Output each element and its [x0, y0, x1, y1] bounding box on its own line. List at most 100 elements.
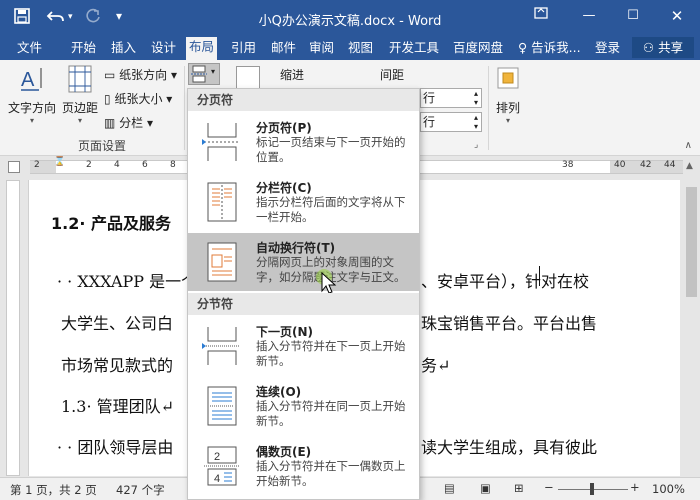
scroll-up-icon[interactable]: ▲: [686, 161, 693, 171]
body-text-line: 读大学生组成，具有彼此: [421, 438, 598, 457]
menu-item-description: 插入分节符并在下一偶数页上开始新节。: [256, 459, 406, 488]
menu-item-title: 偶数页(E): [256, 445, 312, 459]
ruler-tick: 2: [34, 160, 40, 170]
tell-me-box[interactable]: ♀ 告诉我...: [515, 38, 584, 60]
print-layout-icon[interactable]: ▣: [480, 481, 491, 495]
ruler-tick: 42: [640, 160, 652, 170]
zoom-slider-thumb[interactable]: [590, 483, 594, 495]
tab-references[interactable]: 引用: [228, 38, 259, 60]
ruler-tick: 2: [86, 160, 92, 170]
tab-mailings[interactable]: 邮件: [268, 38, 299, 60]
tab-developer[interactable]: 开发工具: [386, 38, 442, 60]
orientation-button[interactable]: ▭ 纸张方向 ▾: [104, 66, 177, 83]
read-mode-icon[interactable]: ▤: [444, 481, 455, 495]
zoom-in-icon[interactable]: +: [630, 480, 640, 494]
indent-label: 缩进: [280, 68, 305, 82]
lightbulb-icon: ♀: [518, 40, 528, 55]
group-divider: [184, 66, 185, 150]
menu-item-title: 自动换行符(T): [256, 241, 336, 255]
columns-button[interactable]: ▥ 分栏 ▾: [104, 114, 153, 131]
zoom-out-icon[interactable]: −: [544, 480, 554, 494]
page-count[interactable]: 第 1 页，共 2 页: [10, 482, 97, 498]
column-break-icon: [202, 181, 242, 223]
person-icon: ⚇: [642, 40, 655, 55]
share-button[interactable]: ⚇ 共享: [632, 37, 694, 58]
text-direction-icon: A: [21, 68, 42, 91]
title-bar: ▾ ▾ 小Q办公演示文稿.docx - Word — ☐ ✕: [0, 0, 700, 34]
body-text-line: 、安卓平台），针对在校: [421, 272, 590, 291]
scrollbar-thumb[interactable]: [686, 187, 697, 297]
tab-selector-icon[interactable]: [8, 161, 20, 173]
page-break-icon: [202, 121, 242, 163]
breaks-dropdown-menu: 分页符 分页符(P) 标记一页结束与下一页开始的位置。 分栏符(C) 指示分栏符…: [187, 88, 420, 500]
spacing-before-input[interactable]: 行 ▴ ▾: [420, 88, 482, 108]
body-text-line: · · XXXAPP 是一个: [57, 272, 198, 291]
text-wrapping-break-icon: [202, 241, 242, 283]
menu-item-title: 连续(O): [256, 385, 302, 399]
menu-item-page-break[interactable]: 分页符(P) 标记一页结束与下一页开始的位置。: [188, 113, 419, 171]
minimize-button[interactable]: —: [578, 6, 600, 26]
paragraph-launcher-icon[interactable]: ⌟: [474, 140, 478, 150]
group-divider: [488, 66, 489, 150]
menu-item-column-break[interactable]: 分栏符(C) 指示分栏符后面的文字将从下一栏开始。: [188, 173, 419, 231]
arrange-icon: [497, 67, 519, 89]
close-button[interactable]: ✕: [666, 6, 688, 26]
menu-item-even-page[interactable]: 24 偶数页(E) 插入分节符并在下一偶数页上开始新节。: [188, 437, 419, 495]
svg-text:4: 4: [214, 473, 220, 485]
group-label-page-setup: 页面设置: [78, 139, 127, 153]
indent-marker-icon[interactable]: ⌛: [54, 157, 65, 167]
svg-text:A: A: [21, 69, 35, 91]
collapse-ribbon-icon[interactable]: ∧: [685, 140, 692, 151]
ruler-tick: 44: [664, 160, 676, 170]
size-button[interactable]: ▯ 纸张大小 ▾: [104, 90, 172, 107]
section-header-section-breaks: 分节符: [188, 293, 419, 315]
body-text-line: 市场常见款式的: [61, 356, 174, 375]
ruler-tick: 6: [142, 160, 148, 170]
text-cursor: [539, 266, 540, 286]
spacing-after-input[interactable]: 行 ▴ ▾: [420, 112, 482, 132]
section-heading: 1.2· 产品及服务: [51, 214, 171, 233]
menu-item-description: 插入分节符并在同一页上开始新节。: [256, 399, 406, 428]
web-layout-icon[interactable]: ⊞: [514, 481, 524, 495]
menu-item-title: 下一页(N): [256, 325, 314, 339]
menu-item-text-wrapping-break[interactable]: 自动换行符(T) 分隔网页上的对象周围的文字，如分隔题注文字与正文。: [188, 233, 419, 294]
menu-item-next-page[interactable]: 下一页(N) 插入分节符并在下一页上开始新节。: [188, 317, 419, 375]
tab-home[interactable]: 开始: [68, 38, 99, 60]
maximize-button[interactable]: ☐: [622, 6, 644, 26]
margins-icon: [68, 65, 92, 93]
vertical-scrollbar[interactable]: ▲: [683, 157, 700, 476]
zoom-level[interactable]: 100%: [652, 482, 685, 496]
vertical-ruler: [6, 180, 20, 476]
continuous-break-icon: [202, 385, 242, 427]
login-link[interactable]: 登录: [592, 38, 623, 60]
tab-baidu-netdisk[interactable]: 百度网盘: [450, 38, 506, 60]
tab-layout[interactable]: 布局: [186, 37, 218, 60]
next-page-icon: [202, 325, 242, 367]
menu-item-continuous[interactable]: 连续(O) 插入分节符并在同一页上开始新节。: [188, 377, 419, 435]
word-count[interactable]: 427 个字: [116, 482, 165, 498]
ribbon-tabs: 文件 开始 插入 设计 布局 引用 邮件 审阅 视图 开发工具 百度网盘 ♀ 告…: [0, 34, 700, 60]
arrange-button[interactable]: 排列 ▾: [494, 66, 522, 125]
ribbon-display-icon[interactable]: [530, 6, 552, 26]
tab-file[interactable]: 文件: [14, 38, 45, 60]
tab-insert[interactable]: 插入: [108, 38, 139, 60]
tab-view[interactable]: 视图: [345, 38, 376, 60]
breaks-icon: [191, 65, 207, 83]
section-header-page-breaks: 分页符: [188, 89, 419, 111]
breaks-button[interactable]: ▾: [188, 63, 220, 85]
menu-item-title: 分栏符(C): [256, 181, 312, 195]
paper-size-icon: ▯: [104, 92, 111, 106]
tab-review[interactable]: 审阅: [306, 38, 337, 60]
menu-item-description: 指示分栏符后面的文字将从下一栏开始。: [256, 195, 406, 224]
margins-button[interactable]: 页边距 ▾: [60, 64, 100, 125]
menu-item-description: 插入分节符并在下一页上开始新节。: [256, 339, 406, 368]
svg-text:2: 2: [214, 451, 220, 463]
spacing-label: 间距: [380, 68, 405, 82]
body-text-line: · · 团队领导层由: [57, 438, 174, 457]
text-direction-button[interactable]: A 文字方向 ▾: [8, 64, 56, 125]
ruler-tick: 4: [114, 160, 120, 170]
mouse-pointer-icon: [316, 269, 337, 294]
tab-design[interactable]: 设计: [148, 38, 179, 60]
menu-item-description: 标记一页结束与下一页开始的位置。: [256, 135, 406, 164]
even-page-icon: 24: [202, 445, 242, 487]
